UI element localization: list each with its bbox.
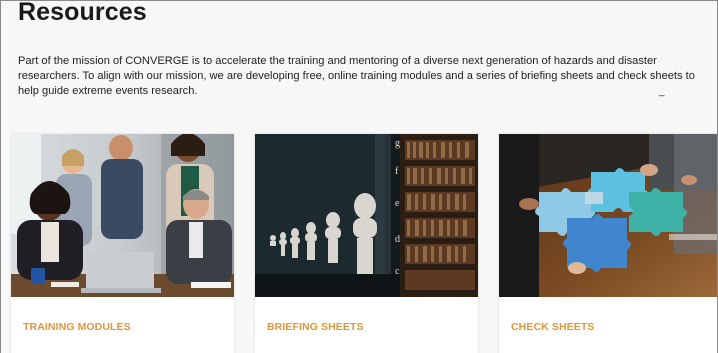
card-title-training-modules[interactable]: TRAINING MODULES	[23, 321, 131, 333]
card-check-sheets[interactable]: CHECK SHEETS	[499, 134, 717, 353]
cursor-mark: _	[659, 86, 665, 97]
intro-line: Part of the mission of CONVERGE is to ac…	[18, 55, 657, 67]
intro-line: help guide extreme events research.	[18, 85, 198, 97]
page-title: Resources	[18, 0, 147, 26]
team-meeting-photo[interactable]	[11, 134, 234, 297]
card-title-briefing-sheets[interactable]: BRIEFING SHEETS	[267, 321, 364, 333]
page-frame: Resources Part of the mission of CONVERG…	[0, 0, 718, 353]
intro-paragraph: Part of the mission of CONVERGE is to ac…	[18, 54, 708, 99]
svg-text:d: d	[395, 234, 400, 245]
library-busts-photo[interactable]: g f e d c	[255, 134, 478, 297]
card-briefing-sheets[interactable]: g f e d c BRIEFING SHEETS	[255, 134, 478, 353]
puzzle-pieces-photo[interactable]	[499, 134, 717, 297]
card-training-modules[interactable]: TRAINING MODULES	[11, 134, 234, 353]
intro-line: researchers. To align with our mission, …	[18, 70, 695, 82]
svg-text:g: g	[395, 138, 400, 149]
svg-text:e: e	[395, 198, 400, 209]
card-title-check-sheets[interactable]: CHECK SHEETS	[511, 321, 594, 333]
